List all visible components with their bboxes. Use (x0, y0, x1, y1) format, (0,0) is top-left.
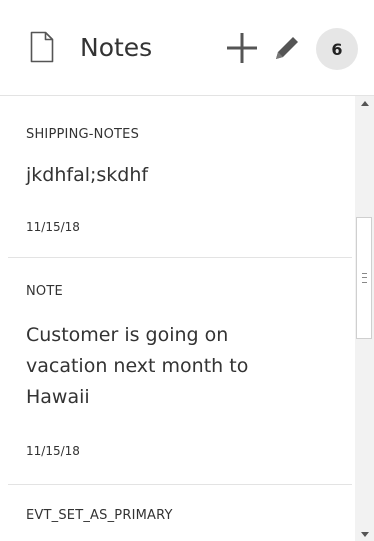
note-type: EVT_SET_AS_PRIMARY (26, 508, 173, 523)
note-item-shipping-notes[interactable]: SHIPPING-NOTES jkdhfal;skdhf 11/15/18 (8, 96, 352, 258)
note-body: Customer is going on vacation next month… (26, 320, 248, 413)
note-body: jkdhfal;skdhf (26, 164, 149, 186)
grip-icon (362, 273, 367, 283)
notes-count-badge: 6 (316, 28, 358, 70)
note-date: 11/15/18 (26, 220, 80, 234)
note-body-line: vacation next month to (26, 355, 249, 377)
note-date: 11/15/18 (26, 444, 80, 458)
scroll-down-arrow-icon[interactable] (361, 532, 369, 537)
page-title: Notes (80, 33, 153, 62)
edit-note-button[interactable] (272, 33, 302, 63)
note-type: NOTE (26, 284, 63, 299)
note-item-note[interactable]: NOTE Customer is going on vacation next … (8, 258, 352, 485)
note-body-line: Customer is going on (26, 324, 229, 346)
note-body-line: Hawaii (26, 386, 90, 408)
scrollbar-thumb[interactable] (356, 217, 372, 339)
notes-list: SHIPPING-NOTES jkdhfal;skdhf 11/15/18 NO… (0, 96, 355, 541)
document-icon (30, 31, 54, 63)
scroll-up-arrow-icon[interactable] (361, 101, 369, 106)
plus-icon (227, 33, 257, 63)
notes-header: Notes 6 (0, 0, 374, 96)
vertical-scrollbar[interactable] (355, 96, 374, 541)
add-note-button[interactable] (226, 32, 258, 64)
note-item-evt-set-as-primary[interactable]: EVT_SET_AS_PRIMARY (8, 485, 352, 541)
note-type: SHIPPING-NOTES (26, 127, 140, 142)
pencil-icon (276, 37, 298, 59)
